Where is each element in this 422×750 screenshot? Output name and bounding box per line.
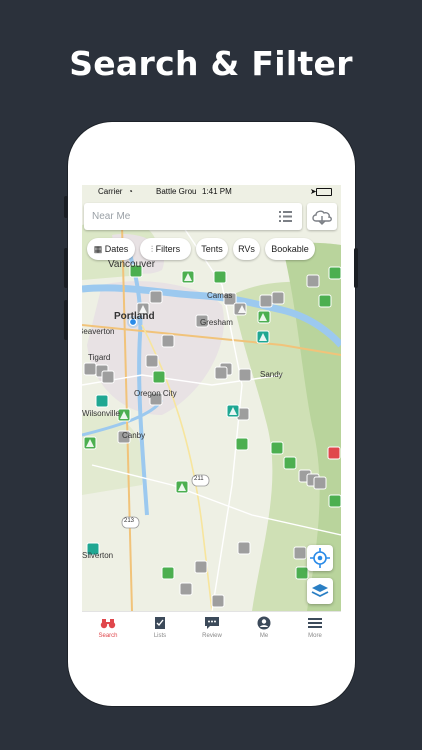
map-label-oregon-city: Oregon City	[134, 389, 177, 398]
search-input[interactable]: Near Me	[92, 211, 130, 222]
phone-volume-down	[64, 300, 68, 340]
map-label-sandy: Sandy	[260, 370, 283, 379]
tab-more-label: More	[308, 633, 322, 639]
location-arrow-icon: ➤	[310, 187, 317, 196]
map-label-silverton: Silverton	[82, 551, 114, 560]
sliders-icon: ⫶	[150, 244, 154, 254]
map-label-camas: Camas	[207, 291, 233, 300]
tab-bar: Search Lists Review Me More	[82, 611, 341, 643]
tab-me-label: Me	[259, 633, 269, 639]
map-label-wilsonville: Wilsonville	[82, 409, 120, 418]
route-shield-213: 213	[124, 518, 135, 524]
status-bar: Carrier ◔ Battle Grou 1:41 PM ➤	[82, 185, 341, 199]
tab-review[interactable]: Review	[186, 612, 238, 643]
review-bubble-icon	[205, 617, 219, 629]
tab-lists[interactable]: Lists	[134, 612, 186, 643]
chip-filters-label: Filters	[155, 244, 181, 254]
tab-search-label: Search	[98, 633, 118, 639]
search-bar[interactable]: Near Me	[84, 203, 302, 230]
map-label-vancouver: Vancouver	[108, 259, 156, 270]
chip-rvs[interactable]: RVs	[233, 238, 260, 260]
list-view-icon[interactable]	[279, 211, 292, 222]
status-title: Battle Grou	[156, 187, 197, 196]
calendar-icon: ▦	[93, 244, 103, 254]
chip-filters[interactable]: ⫶ Filters	[140, 238, 191, 260]
tab-search[interactable]: Search	[82, 612, 134, 643]
app-screen: Vancouver Camas Portland Beaverton Gresh…	[82, 185, 341, 643]
map-label-gresham: Gresham	[200, 318, 233, 327]
map-label-tigard: Tigard	[88, 353, 111, 362]
tab-more[interactable]: More	[289, 612, 341, 643]
phone-volume-up	[64, 248, 68, 288]
wifi-icon: ◔	[128, 187, 133, 196]
chip-bookable[interactable]: Bookable	[265, 238, 315, 260]
recenter-location-button[interactable]	[307, 545, 333, 571]
tab-me[interactable]: Me	[238, 612, 290, 643]
route-shield-211: 211	[194, 476, 204, 482]
chip-dates[interactable]: ▦ Dates	[87, 238, 135, 260]
phone-power-button	[354, 248, 358, 288]
cloud-download-icon	[312, 210, 332, 225]
status-time: 1:41 PM	[202, 187, 232, 196]
tab-review-label: Review	[202, 633, 222, 639]
profile-icon	[257, 616, 271, 630]
binoculars-icon	[100, 619, 116, 629]
offline-download-button[interactable]	[307, 203, 337, 230]
layers-icon	[311, 584, 329, 598]
map-layers-button[interactable]	[307, 578, 333, 604]
headline: Search & Filter	[69, 44, 353, 83]
map-label-canby: Canby	[122, 431, 146, 440]
hamburger-menu-icon	[308, 618, 322, 628]
chip-dates-label: Dates	[104, 244, 129, 254]
tab-lists-label: Lists	[153, 633, 167, 639]
status-carrier: Carrier	[98, 187, 123, 196]
checklist-icon	[155, 617, 165, 629]
chip-tents[interactable]: Tents	[196, 238, 228, 260]
map-label-portland: Portland	[114, 311, 155, 322]
battery-icon	[316, 188, 332, 196]
phone-mute-switch	[64, 196, 68, 218]
crosshair-location-icon	[310, 548, 330, 568]
map-label-beaverton: Beaverton	[82, 327, 115, 336]
